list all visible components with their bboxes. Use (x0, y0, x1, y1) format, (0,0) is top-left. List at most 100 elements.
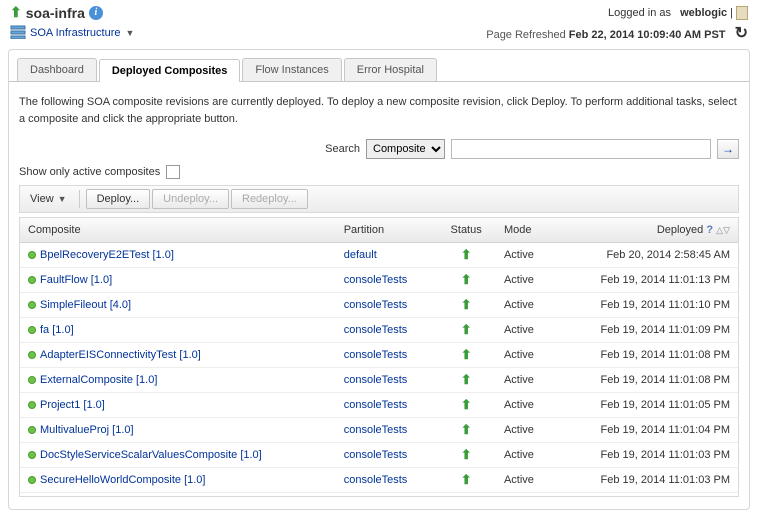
partition-link[interactable]: consoleTests (344, 449, 408, 461)
composites-table-scroll[interactable]: Composite Partition Status Mode Deployed… (19, 217, 739, 497)
col-composite[interactable]: Composite (20, 218, 336, 243)
col-partition[interactable]: Partition (336, 218, 437, 243)
composite-link[interactable]: SecureHelloWorldComposite [1.0] (40, 474, 205, 486)
composite-link[interactable]: AdapterEISConnectivityTest [1.0] (40, 349, 201, 361)
deployed-cell: Feb 20, 2014 2:58:45 AM (554, 243, 738, 268)
info-icon[interactable]: i (89, 6, 103, 20)
undeploy-button[interactable]: Undeploy... (152, 189, 229, 209)
partition-link[interactable]: consoleTests (344, 399, 408, 411)
table-row[interactable]: Project1 [1.0]consoleTests⬆ActiveFeb 19,… (20, 393, 738, 418)
help-icon[interactable]: ? (706, 224, 713, 236)
partition-link[interactable]: consoleTests (344, 424, 408, 436)
status-dot-icon (28, 301, 36, 309)
composite-link[interactable]: MultivalueProj [1.0] (40, 424, 134, 436)
status-dot-icon (28, 376, 36, 384)
status-dot-icon (28, 401, 36, 409)
mode-cell: Active (496, 393, 554, 418)
deployed-cell: Feb 19, 2014 11:01:05 PM (554, 393, 738, 418)
col-status[interactable]: Status (436, 218, 496, 243)
mode-cell: Active (496, 343, 554, 368)
search-input[interactable] (451, 139, 711, 159)
description-text: The following SOA composite revisions ar… (19, 94, 739, 127)
composite-link[interactable]: fa [1.0] (40, 324, 74, 336)
search-type-select[interactable]: Composite (366, 139, 445, 159)
col-deployed[interactable]: Deployed ? △▽ (554, 218, 738, 243)
composite-link[interactable]: SimpleFileout [4.0] (40, 299, 131, 311)
search-label: Search (325, 143, 360, 155)
status-dot-icon (28, 451, 36, 459)
status-up-icon: ⬆ (461, 472, 472, 487)
mode-cell: Active (496, 318, 554, 343)
partition-link[interactable]: consoleTests (344, 274, 408, 286)
table-row[interactable]: MultivalueProj [1.0]consoleTests⬆ActiveF… (20, 418, 738, 443)
tab-flow-instances[interactable]: Flow Instances (242, 58, 341, 81)
composite-link[interactable]: Project1 [1.0] (40, 399, 105, 411)
book-icon[interactable] (736, 6, 748, 20)
composite-link[interactable]: ExternalComposite [1.0] (40, 374, 157, 386)
status-dot-icon (28, 276, 36, 284)
table-row[interactable]: DocStyleServiceScalarValuesComposite [1.… (20, 443, 738, 468)
tab-deployed-composites[interactable]: Deployed Composites (99, 59, 241, 82)
deploy-button[interactable]: Deploy... (86, 189, 151, 209)
partition-link[interactable]: consoleTests (344, 299, 408, 311)
partition-link[interactable]: default (344, 249, 377, 261)
redeploy-button[interactable]: Redeploy... (231, 189, 308, 209)
col-mode[interactable]: Mode (496, 218, 554, 243)
status-dot-icon (28, 251, 36, 259)
deployed-cell: Feb 19, 2014 11:01:08 PM (554, 368, 738, 393)
table-row[interactable]: FaultFlow [1.0]consoleTests⬆ActiveFeb 19… (20, 268, 738, 293)
deployed-cell: Feb 19, 2014 11:01:03 PM (554, 443, 738, 468)
composite-link[interactable]: BpelRecoveryE2ETest [1.0] (40, 249, 174, 261)
view-menu[interactable]: View ▼ (24, 191, 73, 207)
deployed-cell: Feb 19, 2014 11:01:10 PM (554, 293, 738, 318)
tab-dashboard[interactable]: Dashboard (17, 58, 97, 81)
status-up-icon: ⬆ (461, 322, 472, 337)
up-arrow-icon: ⬆ (10, 4, 22, 21)
active-filter-label: Show only active composites (19, 166, 160, 178)
mode-cell: Active (496, 293, 554, 318)
deployed-cell: Feb 19, 2014 11:01:08 PM (554, 343, 738, 368)
table-row[interactable]: SecureHelloWorldComposite [1.0] consoleTe… (20, 468, 738, 493)
refresh-icon[interactable]: ↻ (735, 25, 748, 42)
divider (79, 190, 80, 208)
status-up-icon: ⬆ (461, 422, 472, 437)
tab-error-hospital[interactable]: Error Hospital (344, 58, 437, 81)
status-up-icon: ⬆ (461, 297, 472, 312)
chevron-down-icon: ▼ (58, 194, 67, 204)
mode-cell: Active (496, 368, 554, 393)
status-dot-icon (28, 326, 36, 334)
composite-link[interactable]: FaultFlow [1.0] (40, 274, 112, 286)
table-row[interactable]: fa [1.0] consoleTests ⬆ ActiveFeb 19, 2014 … (20, 318, 738, 343)
mode-cell: Active (496, 268, 554, 293)
refresh-time: Feb 22, 2014 10:09:40 AM PST (569, 29, 726, 41)
partition-link[interactable]: consoleTests (344, 474, 408, 486)
partition-link[interactable]: consoleTests (344, 349, 408, 361)
status-dot-icon (28, 351, 36, 359)
table-row[interactable]: ExternalComposite [1.0] consoleTests ⬆ Acti… (20, 368, 738, 393)
logged-in-user: weblogic (680, 7, 727, 19)
partition-link[interactable]: consoleTests (344, 374, 408, 386)
partition-link[interactable]: consoleTests (344, 324, 408, 336)
deployed-cell: Feb 19, 2014 11:01:01 PM (554, 493, 738, 498)
mode-cell: Active (496, 243, 554, 268)
mode-cell: Active (496, 443, 554, 468)
composites-table: Composite Partition Status Mode Deployed… (20, 218, 738, 497)
mode-cell: Active (496, 493, 554, 498)
status-up-icon: ⬆ (461, 372, 472, 387)
infra-menu[interactable]: SOA Infrastructure ▼ (30, 27, 134, 39)
deployed-cell: Feb 19, 2014 11:01:09 PM (554, 318, 738, 343)
active-filter-checkbox[interactable] (166, 165, 180, 179)
composite-link[interactable]: DocStyleServiceScalarValuesComposite [1.… (40, 449, 262, 461)
sort-indicator-icon: △▽ (716, 225, 730, 235)
table-row[interactable]: BpelRecoveryE2ETest [1.0] default ⬆ ActiveF… (20, 243, 738, 268)
status-dot-icon (28, 426, 36, 434)
status-up-icon: ⬆ (461, 247, 472, 262)
infrastructure-icon (10, 25, 26, 42)
table-row[interactable]: HWFProj [1.0]consoleTests⬆ActiveFeb 19, … (20, 493, 738, 498)
deployed-cell: Feb 19, 2014 11:01:03 PM (554, 468, 738, 493)
search-go-button[interactable]: → (717, 139, 739, 159)
refresh-label: Page Refreshed (486, 29, 566, 41)
table-row[interactable]: AdapterEISConnectivityTest [1.0] consoleT… (20, 343, 738, 368)
deployed-cell: Feb 19, 2014 11:01:13 PM (554, 268, 738, 293)
table-row[interactable]: SimpleFileout [4.0] consoleTests ⬆ ActiveFe… (20, 293, 738, 318)
